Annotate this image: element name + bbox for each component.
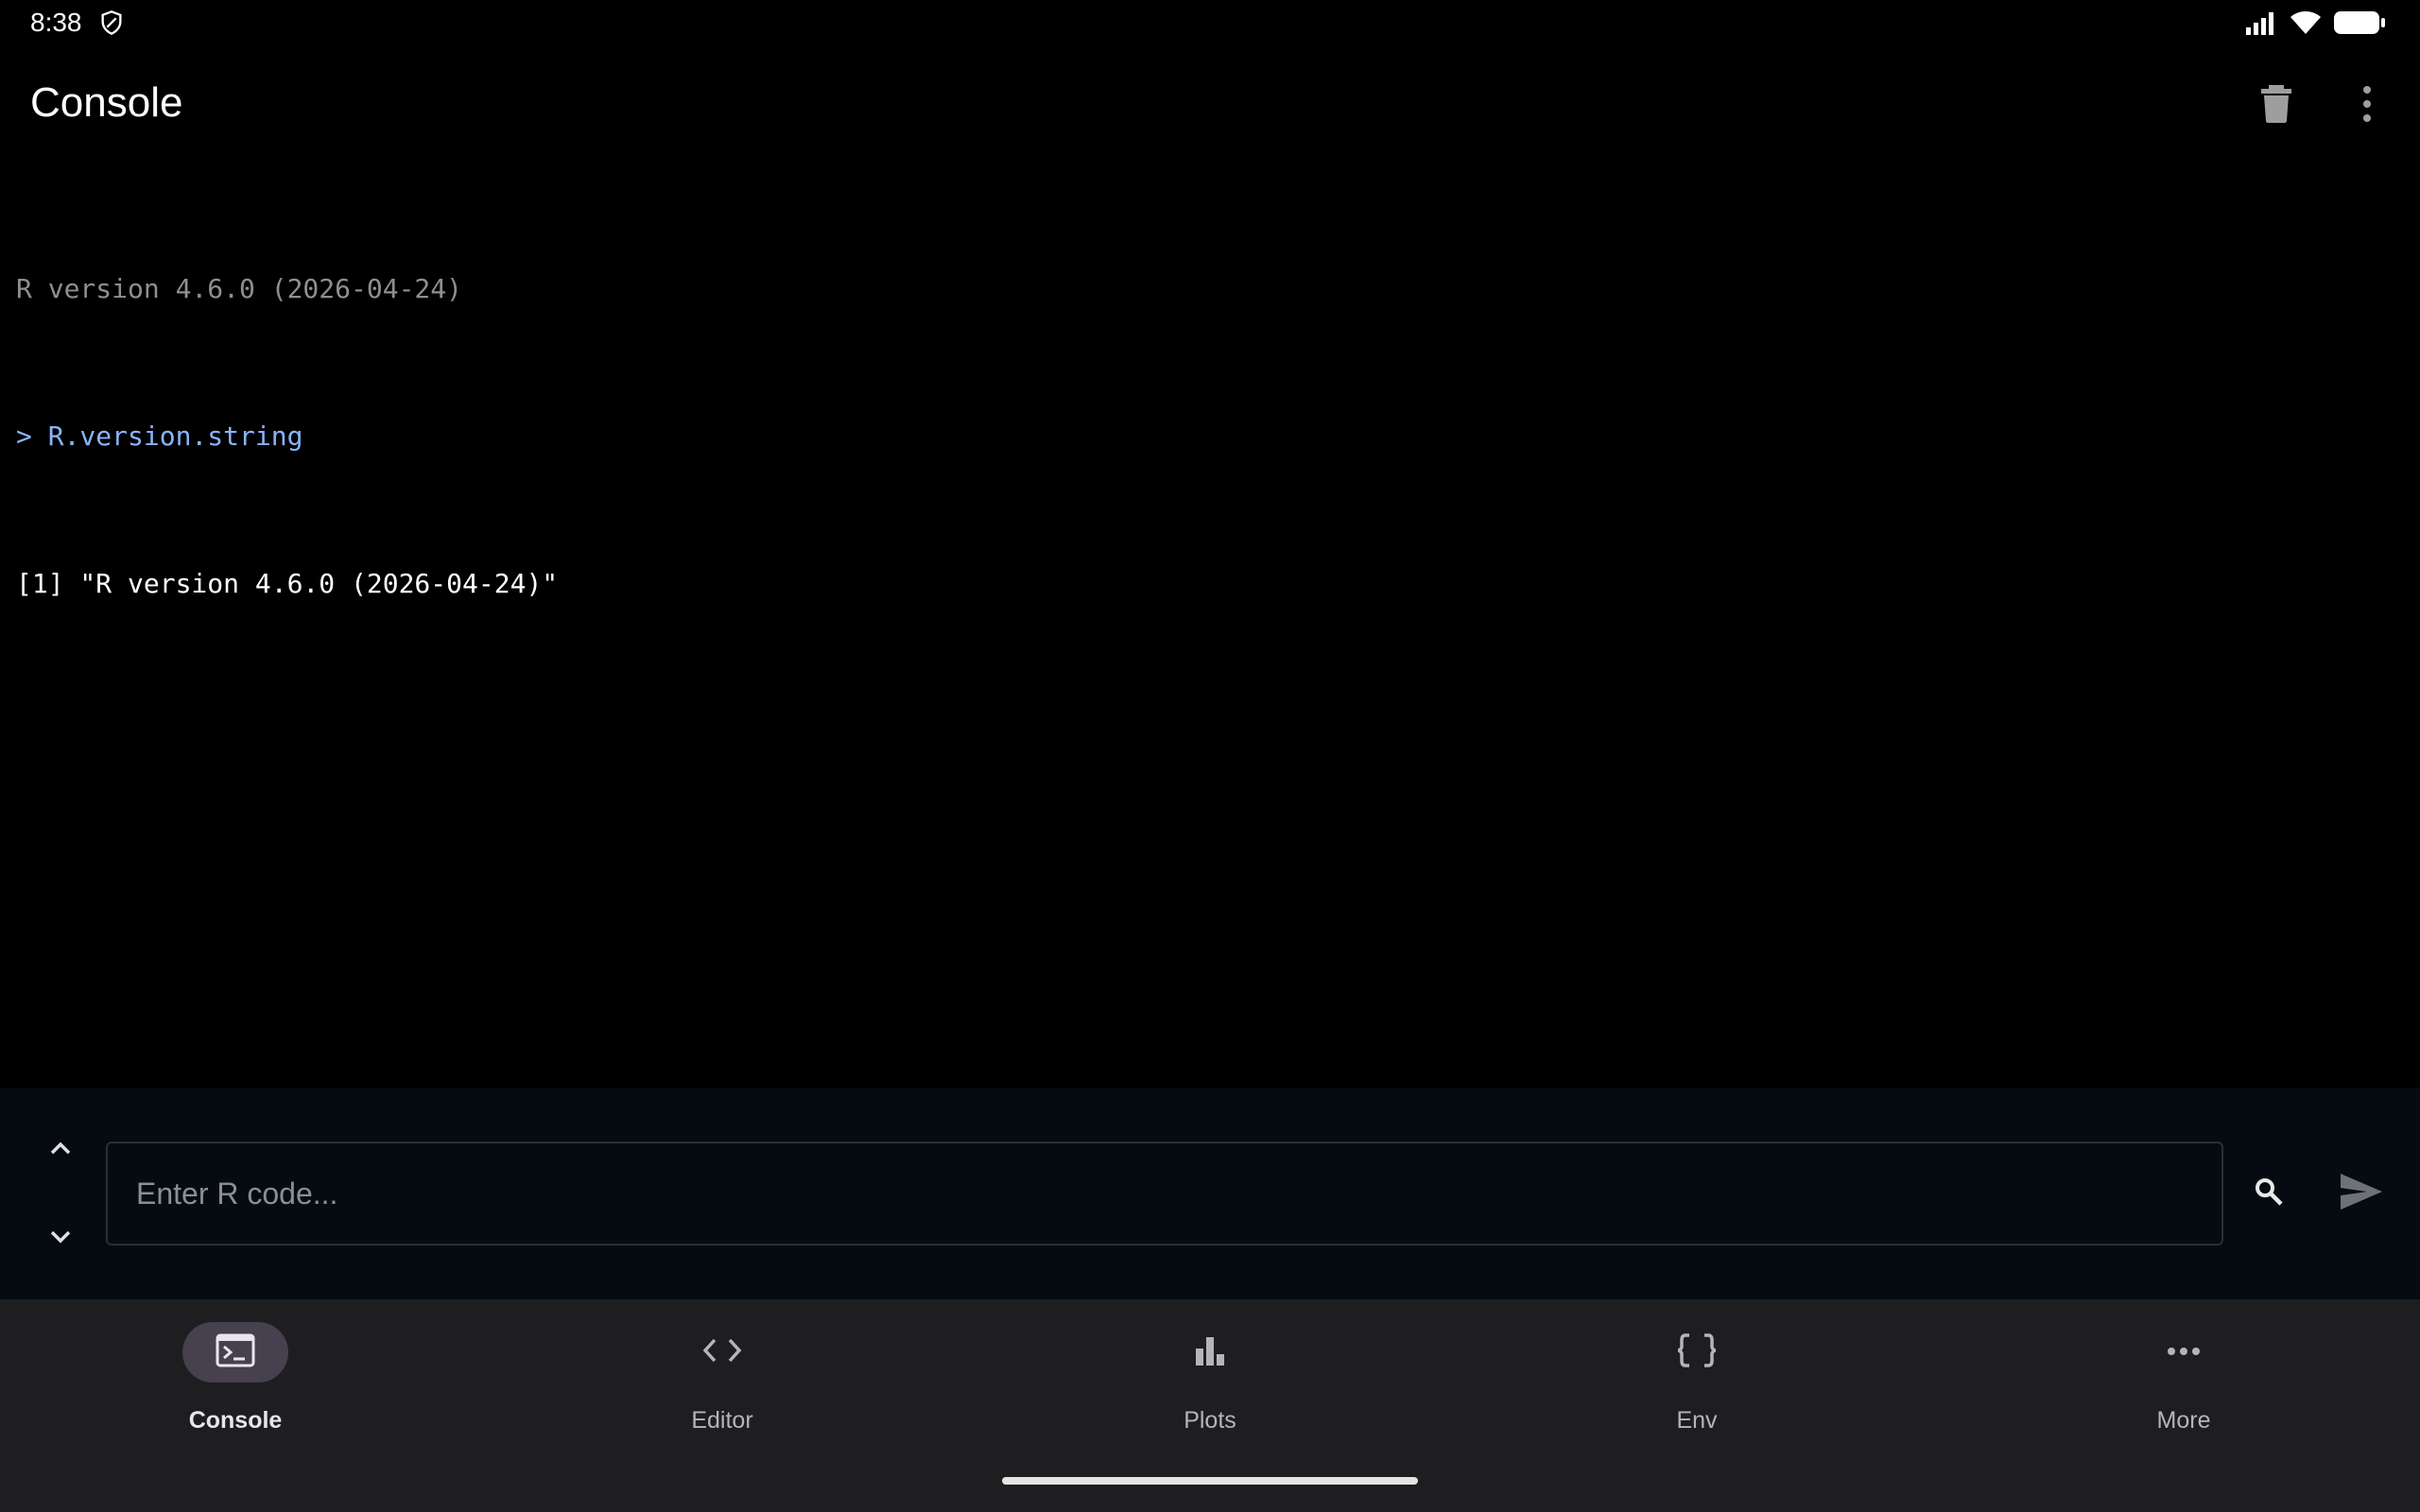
delete-icon [2260,84,2292,128]
code-icon [701,1336,743,1369]
bottom-navigation: Console Editor Plots Env More [0,1299,2420,1512]
screen: 8:38 Console R version 4.6.0 (2026-04-24… [0,0,2420,1512]
shield-icon [98,9,125,36]
status-time: 8:38 [30,8,82,37]
more-vert-icon [2361,85,2373,128]
nav-item-editor[interactable]: Editor [618,1322,826,1435]
console-banner-line: R version 4.6.0 (2026-04-24) [16,273,463,304]
code-input-field[interactable] [106,1142,2223,1246]
wifi-icon [2290,9,2322,41]
code-input[interactable] [136,1143,2221,1244]
search-button[interactable] [2242,1167,2295,1220]
bar-chart-icon [1194,1335,1226,1370]
nav-pill [1644,1322,1750,1383]
nav-label-console: Console [188,1407,283,1434]
battery-icon [2333,9,2386,41]
console-output: R version 4.6.0 (2026-04-24) > R.version… [0,166,2420,1083]
nav-pill [2131,1322,2237,1383]
nav-label-plots: Plots [1184,1407,1236,1434]
nav-item-env[interactable]: Env [1593,1322,1801,1435]
send-icon [2339,1172,2384,1216]
overflow-menu-button[interactable] [2341,79,2394,132]
nav-active-indicator [182,1322,288,1383]
chevron-down-icon [49,1229,72,1249]
history-next-button[interactable] [38,1216,83,1262]
console-input-line: > R.version.string [16,421,303,452]
clear-console-button[interactable] [2250,79,2303,132]
more-horiz-icon [2167,1344,2201,1361]
nav-label-more: More [2156,1407,2211,1434]
history-previous-button[interactable] [38,1127,83,1173]
nav-item-more[interactable]: More [2080,1322,2288,1435]
nav-label-editor: Editor [691,1407,753,1434]
status-bar: 8:38 [0,0,2420,45]
status-icons [2246,9,2386,41]
nav-pill [1157,1322,1263,1383]
console-output-line: [1] "R version 4.6.0 (2026-04-24)" [16,568,559,599]
nav-item-console[interactable]: Console [131,1322,339,1435]
home-indicator[interactable] [1002,1477,1418,1485]
nav-item-plots[interactable]: Plots [1106,1322,1314,1435]
input-area [0,1088,2420,1299]
braces-icon [1676,1332,1718,1373]
chevron-up-icon [49,1141,72,1160]
page-title: Console [30,79,183,126]
signal-icon [2246,10,2278,40]
search-icon [2255,1177,2283,1211]
app-bar: Console [0,60,2420,151]
send-button[interactable] [2333,1167,2390,1220]
nav-label-env: Env [1676,1407,1718,1434]
terminal-icon [216,1333,255,1372]
nav-pill [669,1322,775,1383]
